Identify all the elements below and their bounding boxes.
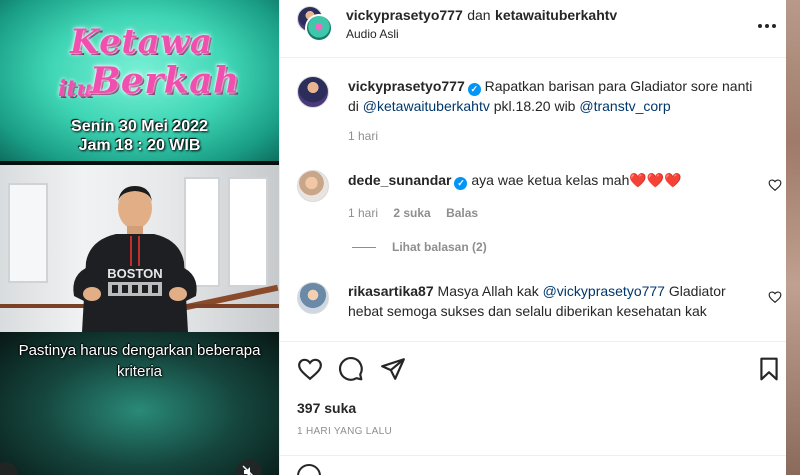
comment-text: Gladiator	[668, 283, 726, 299]
comment-text: hebat semoga sukses dan selalu diberikan…	[348, 303, 707, 319]
logo-ketawa: Ketawa	[70, 22, 213, 62]
comment-likes[interactable]: 2 suka	[393, 206, 430, 220]
avatar[interactable]	[305, 14, 333, 42]
post-authors: vickyprasetyo777 dan ketawaituberkahtv	[346, 7, 617, 25]
comment-text: Masya Allah kak	[437, 283, 539, 299]
comment: dede_sunandar ✓ aya wae ketua kelas mah❤️…	[348, 170, 682, 190]
logo-berkah: Berkah	[90, 60, 240, 102]
view-replies-button[interactable]: Lihat balasan (2)	[352, 240, 487, 254]
avatar[interactable]	[297, 282, 329, 314]
background-window	[8, 183, 48, 283]
comment-like-icon[interactable]	[768, 178, 782, 192]
broadcast-time: Jam 18 : 20 WIB	[78, 137, 201, 154]
replies-line	[352, 247, 376, 249]
shirt-print: BOSTON	[107, 266, 162, 281]
broadcast-date: Senin 30 Mei 2022	[71, 118, 208, 135]
post-details-panel: vickyprasetyo777 dan ketawaituberkahtv A…	[279, 0, 787, 475]
comment-time[interactable]: 1 hari	[348, 206, 378, 220]
video-caption: Pastinya harus dengarkan beberapa kriter…	[0, 340, 279, 382]
verified-badge-icon: ✓	[454, 177, 468, 190]
comment-like-icon[interactable]	[768, 290, 782, 304]
comment-meta: 1 hari 2 suka Balas	[348, 206, 490, 220]
likes-count[interactable]: 397 suka	[297, 400, 356, 416]
emoji-icon[interactable]	[297, 464, 321, 475]
avatar[interactable]	[297, 170, 329, 202]
heart-emojis: ❤️❤️❤️	[629, 172, 682, 188]
presenter-figure: BOSTON	[73, 186, 197, 332]
author-username[interactable]: vickyprasetyo777	[346, 7, 463, 23]
mention-link[interactable]: @ketawaituberkahtv	[363, 98, 490, 114]
comment-icon[interactable]	[338, 356, 364, 382]
post-actions: 397 suka 1 HARI YANG LALU	[280, 341, 787, 475]
background-page-strip	[786, 0, 800, 475]
mention-link[interactable]: @transtv_corp	[579, 98, 670, 114]
caption-username[interactable]: vickyprasetyo777	[348, 78, 465, 94]
background-window	[228, 177, 268, 287]
comment-username[interactable]: rikasartika87	[348, 283, 434, 299]
verified-badge-icon: ✓	[467, 83, 481, 96]
comment-username[interactable]: dede_sunandar	[348, 172, 451, 188]
speaker-muted-icon	[242, 465, 254, 475]
video-title-card: Ketawa itu Berkah Senin 30 Mei 2022 Jam …	[0, 0, 279, 161]
caption-text: Rapatkan barisan para Gladiator sore nan…	[484, 78, 753, 94]
video-caption-line: Pastinya harus dengarkan beberapa	[18, 342, 261, 359]
reply-button[interactable]: Balas	[446, 206, 478, 220]
heart-icon[interactable]	[297, 356, 323, 382]
video-player[interactable]: Ketawa itu Berkah Senin 30 Mei 2022 Jam …	[0, 0, 279, 475]
caption-time[interactable]: 1 hari	[348, 129, 378, 143]
caption-text: pkl.18.20 wib	[493, 98, 576, 114]
coauthor-username[interactable]: ketawaituberkahtv	[495, 7, 617, 23]
share-icon[interactable]	[380, 356, 406, 382]
post-header: vickyprasetyo777 dan ketawaituberkahtv A…	[280, 0, 787, 58]
video-caption-line: kriteria	[116, 363, 162, 380]
add-comment-bar[interactable]	[280, 455, 787, 475]
mention-link[interactable]: @vickyprasetyo777	[543, 283, 665, 299]
post-date: 1 HARI YANG LALU	[297, 426, 393, 437]
avatar[interactable]	[297, 76, 329, 108]
caption-meta: 1 hari	[348, 129, 390, 143]
more-options-button[interactable]	[756, 15, 778, 43]
caption-text: di	[348, 98, 359, 114]
post-caption: vickyprasetyo777 ✓ Rapatkan barisan para …	[348, 76, 768, 116]
logo-itu: itu	[58, 76, 93, 102]
comment: rikasartika87 Masya Allah kak @vickypras…	[348, 281, 768, 321]
audio-label[interactable]: Audio Asli	[346, 27, 399, 41]
comment-text: aya wae ketua kelas mah	[471, 172, 630, 188]
mute-button[interactable]	[236, 459, 262, 475]
author-connector: dan	[467, 7, 491, 23]
bookmark-icon[interactable]	[756, 356, 782, 382]
more-horizontal-icon	[758, 24, 776, 28]
view-replies-label: Lihat balasan (2)	[392, 240, 487, 254]
